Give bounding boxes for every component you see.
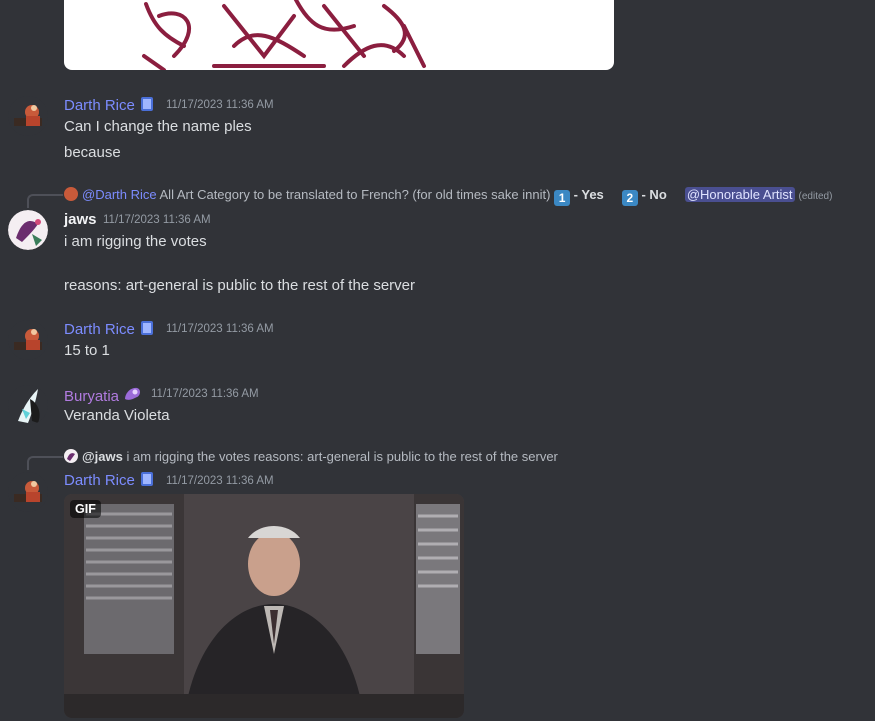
reply-no-label: - No [641, 187, 667, 202]
purple-badge-icon [123, 385, 143, 407]
reply-author[interactable]: @jaws [82, 449, 123, 464]
chat-message-list: Darth Rice 11/17/2023 11:36 AM Can I cha… [0, 0, 875, 721]
reply-avatar-icon [64, 449, 78, 463]
message-text: 15 to 1 [64, 342, 110, 359]
author-name[interactable]: Buryatia [64, 385, 143, 407]
darth-rice-avatar[interactable] [8, 96, 48, 136]
reply-avatar-icon [64, 187, 78, 201]
keycap-2-icon: 2 [621, 190, 638, 206]
timestamp: 11/17/2023 11:36 AM [166, 323, 274, 335]
message-text: Can I change the name ples [64, 118, 252, 135]
reply-text: All Art Category to be translated to Fre… [159, 187, 551, 202]
gif-attachment[interactable]: GIF [64, 494, 464, 718]
darth-rice-avatar[interactable] [8, 472, 48, 512]
author-name[interactable]: Darth Rice [64, 96, 155, 116]
gif-frame-image [64, 494, 464, 718]
blue-book-badge-icon [139, 96, 155, 116]
image-attachment[interactable] [64, 0, 614, 70]
gif-badge: GIF [70, 500, 101, 518]
author-name[interactable]: Darth Rice [64, 320, 155, 340]
reply-preview[interactable]: @Darth Rice All Art Category to be trans… [64, 187, 832, 206]
message-text: Veranda Violeta [64, 407, 170, 424]
timestamp: 11/17/2023 11:36 AM [103, 214, 211, 226]
jaws-avatar[interactable] [8, 210, 48, 250]
author-name[interactable]: jaws [64, 211, 97, 228]
blue-book-badge-icon [139, 471, 155, 491]
reply-connector [27, 456, 63, 470]
reply-preview[interactable]: @jaws i am rigging the votes reasons: ar… [64, 449, 558, 464]
timestamp: 11/17/2023 11:36 AM [151, 388, 259, 400]
timestamp: 11/17/2023 11:36 AM [166, 475, 274, 487]
author-name[interactable]: Darth Rice [64, 471, 155, 491]
reply-text: i am rigging the votes reasons: art-gene… [126, 449, 558, 464]
sketch-image [142, 0, 426, 70]
buryatia-avatar[interactable] [8, 385, 48, 425]
message-text: i am rigging the votes [64, 233, 207, 250]
blue-book-badge-icon [139, 320, 155, 340]
reply-connector [27, 194, 63, 208]
author-name-text[interactable]: Buryatia [64, 388, 119, 405]
reply-author[interactable]: @Darth Rice [82, 187, 157, 202]
author-name-text[interactable]: Darth Rice [64, 321, 135, 338]
message-text: because [64, 144, 121, 161]
role-mention[interactable]: @Honorable Artist [684, 187, 795, 202]
author-name-text[interactable]: Darth Rice [64, 472, 135, 489]
message-text: reasons: art-general is public to the re… [64, 277, 416, 294]
keycap-1-icon: 1 [554, 190, 571, 206]
timestamp: 11/17/2023 11:36 AM [166, 99, 274, 111]
reply-yes-label: - Yes [573, 187, 604, 202]
edited-label: (edited) [798, 191, 833, 202]
darth-rice-avatar[interactable] [8, 320, 48, 360]
author-name-text[interactable]: Darth Rice [64, 97, 135, 114]
